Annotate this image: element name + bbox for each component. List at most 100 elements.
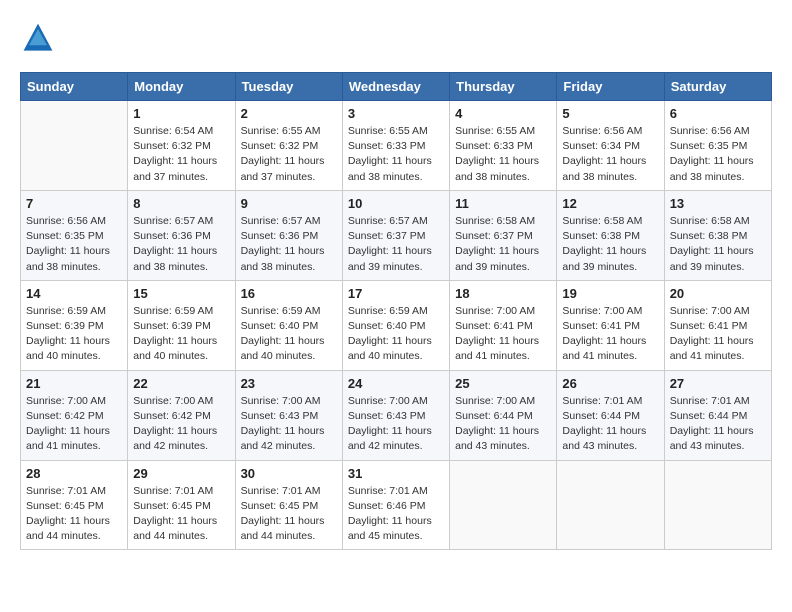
- day-header-friday: Friday: [557, 73, 664, 101]
- calendar-body: 1 Sunrise: 6:54 AMSunset: 6:32 PMDaylight…: [21, 101, 772, 550]
- calendar-cell: 5 Sunrise: 6:56 AMSunset: 6:34 PMDaylight…: [557, 101, 664, 191]
- calendar-cell: [21, 101, 128, 191]
- calendar-header-row: SundayMondayTuesdayWednesdayThursdayFrid…: [21, 73, 772, 101]
- day-info: Sunrise: 7:01 AMSunset: 6:46 PMDaylight:…: [348, 484, 444, 545]
- day-info: Sunrise: 7:00 AMSunset: 6:43 PMDaylight:…: [348, 394, 444, 455]
- day-info: Sunrise: 7:01 AMSunset: 6:45 PMDaylight:…: [133, 484, 229, 545]
- calendar-cell: 17 Sunrise: 6:59 AMSunset: 6:40 PMDayligh…: [342, 280, 449, 370]
- day-info: Sunrise: 6:56 AMSunset: 6:35 PMDaylight:…: [26, 214, 122, 275]
- day-info: Sunrise: 6:54 AMSunset: 6:32 PMDaylight:…: [133, 124, 229, 185]
- day-number: 8: [133, 196, 229, 211]
- day-info: Sunrise: 6:56 AMSunset: 6:35 PMDaylight:…: [670, 124, 766, 185]
- day-info: Sunrise: 7:00 AMSunset: 6:41 PMDaylight:…: [670, 304, 766, 365]
- day-number: 25: [455, 376, 551, 391]
- logo: [20, 20, 60, 56]
- calendar-week-2: 7 Sunrise: 6:56 AMSunset: 6:35 PMDaylight…: [21, 190, 772, 280]
- calendar-cell: 9 Sunrise: 6:57 AMSunset: 6:36 PMDaylight…: [235, 190, 342, 280]
- calendar-cell: 25Sunrise: 7:00 AMSunset: 6:44 PMDayligh…: [450, 370, 557, 460]
- day-header-wednesday: Wednesday: [342, 73, 449, 101]
- calendar-cell: 29 Sunrise: 7:01 AMSunset: 6:45 PMDayligh…: [128, 460, 235, 550]
- day-number: 3: [348, 106, 444, 121]
- day-number: 20: [670, 286, 766, 301]
- day-number: 5: [562, 106, 658, 121]
- calendar-cell: 30 Sunrise: 7:01 AMSunset: 6:45 PMDayligh…: [235, 460, 342, 550]
- day-number: 21: [26, 376, 122, 391]
- calendar-cell: 19 Sunrise: 7:00 AMSunset: 6:41 PMDayligh…: [557, 280, 664, 370]
- day-number: 27: [670, 376, 766, 391]
- calendar-cell: [664, 460, 771, 550]
- day-info: Sunrise: 6:57 AMSunset: 6:37 PMDaylight:…: [348, 214, 444, 275]
- day-info: Sunrise: 6:58 AMSunset: 6:38 PMDaylight:…: [562, 214, 658, 275]
- day-number: 29: [133, 466, 229, 481]
- calendar-cell: 20 Sunrise: 7:00 AMSunset: 6:41 PMDayligh…: [664, 280, 771, 370]
- calendar-cell: 4Sunrise: 6:55 AMSunset: 6:33 PMDaylight…: [450, 101, 557, 191]
- day-header-tuesday: Tuesday: [235, 73, 342, 101]
- calendar-table: SundayMondayTuesdayWednesdayThursdayFrid…: [20, 72, 772, 550]
- day-number: 10: [348, 196, 444, 211]
- day-number: 4: [455, 106, 551, 121]
- calendar-cell: 14 Sunrise: 6:59 AMSunset: 6:39 PMDayligh…: [21, 280, 128, 370]
- calendar-cell: 1 Sunrise: 6:54 AMSunset: 6:32 PMDaylight…: [128, 101, 235, 191]
- page-header: [20, 20, 772, 56]
- calendar-cell: [557, 460, 664, 550]
- day-number: 19: [562, 286, 658, 301]
- day-number: 1: [133, 106, 229, 121]
- calendar-cell: 24 Sunrise: 7:00 AMSunset: 6:43 PMDayligh…: [342, 370, 449, 460]
- day-number: 12: [562, 196, 658, 211]
- day-info: Sunrise: 7:01 AMSunset: 6:44 PMDaylight:…: [562, 394, 658, 455]
- calendar-cell: 8 Sunrise: 6:57 AMSunset: 6:36 PMDaylight…: [128, 190, 235, 280]
- day-number: 14: [26, 286, 122, 301]
- calendar-cell: 3 Sunrise: 6:55 AMSunset: 6:33 PMDaylight…: [342, 101, 449, 191]
- day-info: Sunrise: 6:55 AMSunset: 6:33 PMDaylight:…: [348, 124, 444, 185]
- day-info: Sunrise: 7:00 AMSunset: 6:43 PMDaylight:…: [241, 394, 337, 455]
- calendar-cell: 26 Sunrise: 7:01 AMSunset: 6:44 PMDayligh…: [557, 370, 664, 460]
- calendar-week-4: 21 Sunrise: 7:00 AMSunset: 6:42 PMDayligh…: [21, 370, 772, 460]
- day-number: 24: [348, 376, 444, 391]
- day-info: Sunrise: 7:01 AMSunset: 6:45 PMDaylight:…: [26, 484, 122, 545]
- day-info: Sunrise: 6:58 AMSunset: 6:38 PMDaylight:…: [670, 214, 766, 275]
- day-info: Sunrise: 6:57 AMSunset: 6:36 PMDaylight:…: [133, 214, 229, 275]
- calendar-cell: 22Sunrise: 7:00 AMSunset: 6:42 PMDayligh…: [128, 370, 235, 460]
- day-info: Sunrise: 6:57 AMSunset: 6:36 PMDaylight:…: [241, 214, 337, 275]
- day-info: Sunrise: 7:01 AMSunset: 6:44 PMDaylight:…: [670, 394, 766, 455]
- day-number: 28: [26, 466, 122, 481]
- calendar-cell: 10 Sunrise: 6:57 AMSunset: 6:37 PMDayligh…: [342, 190, 449, 280]
- day-info: Sunrise: 6:59 AMSunset: 6:39 PMDaylight:…: [26, 304, 122, 365]
- day-info: Sunrise: 7:01 AMSunset: 6:45 PMDaylight:…: [241, 484, 337, 545]
- logo-icon: [20, 20, 56, 56]
- day-number: 23: [241, 376, 337, 391]
- day-info: Sunrise: 6:55 AMSunset: 6:32 PMDaylight:…: [241, 124, 337, 185]
- calendar-week-5: 28 Sunrise: 7:01 AMSunset: 6:45 PMDayligh…: [21, 460, 772, 550]
- day-number: 9: [241, 196, 337, 211]
- day-info: Sunrise: 6:58 AMSunset: 6:37 PMDaylight:…: [455, 214, 551, 275]
- day-header-thursday: Thursday: [450, 73, 557, 101]
- day-header-monday: Monday: [128, 73, 235, 101]
- calendar-cell: 21 Sunrise: 7:00 AMSunset: 6:42 PMDayligh…: [21, 370, 128, 460]
- calendar-week-3: 14 Sunrise: 6:59 AMSunset: 6:39 PMDayligh…: [21, 280, 772, 370]
- calendar-cell: 13 Sunrise: 6:58 AMSunset: 6:38 PMDayligh…: [664, 190, 771, 280]
- calendar-cell: 16Sunrise: 6:59 AMSunset: 6:40 PMDayligh…: [235, 280, 342, 370]
- day-number: 30: [241, 466, 337, 481]
- day-info: Sunrise: 6:56 AMSunset: 6:34 PMDaylight:…: [562, 124, 658, 185]
- day-number: 26: [562, 376, 658, 391]
- day-number: 16: [241, 286, 337, 301]
- calendar-cell: 18Sunrise: 7:00 AMSunset: 6:41 PMDayligh…: [450, 280, 557, 370]
- day-info: Sunrise: 7:00 AMSunset: 6:41 PMDaylight:…: [562, 304, 658, 365]
- calendar-cell: 11 Sunrise: 6:58 AMSunset: 6:37 PMDayligh…: [450, 190, 557, 280]
- calendar-cell: 31 Sunrise: 7:01 AMSunset: 6:46 PMDayligh…: [342, 460, 449, 550]
- day-info: Sunrise: 6:59 AMSunset: 6:40 PMDaylight:…: [348, 304, 444, 365]
- day-number: 31: [348, 466, 444, 481]
- day-number: 7: [26, 196, 122, 211]
- calendar-cell: [450, 460, 557, 550]
- day-number: 15: [133, 286, 229, 301]
- day-header-sunday: Sunday: [21, 73, 128, 101]
- day-info: Sunrise: 7:00 AMSunset: 6:42 PMDaylight:…: [26, 394, 122, 455]
- calendar-cell: 15Sunrise: 6:59 AMSunset: 6:39 PMDayligh…: [128, 280, 235, 370]
- day-number: 11: [455, 196, 551, 211]
- calendar-cell: 2Sunrise: 6:55 AMSunset: 6:32 PMDaylight…: [235, 101, 342, 191]
- day-number: 17: [348, 286, 444, 301]
- day-number: 18: [455, 286, 551, 301]
- day-number: 13: [670, 196, 766, 211]
- calendar-cell: 28 Sunrise: 7:01 AMSunset: 6:45 PMDayligh…: [21, 460, 128, 550]
- day-number: 6: [670, 106, 766, 121]
